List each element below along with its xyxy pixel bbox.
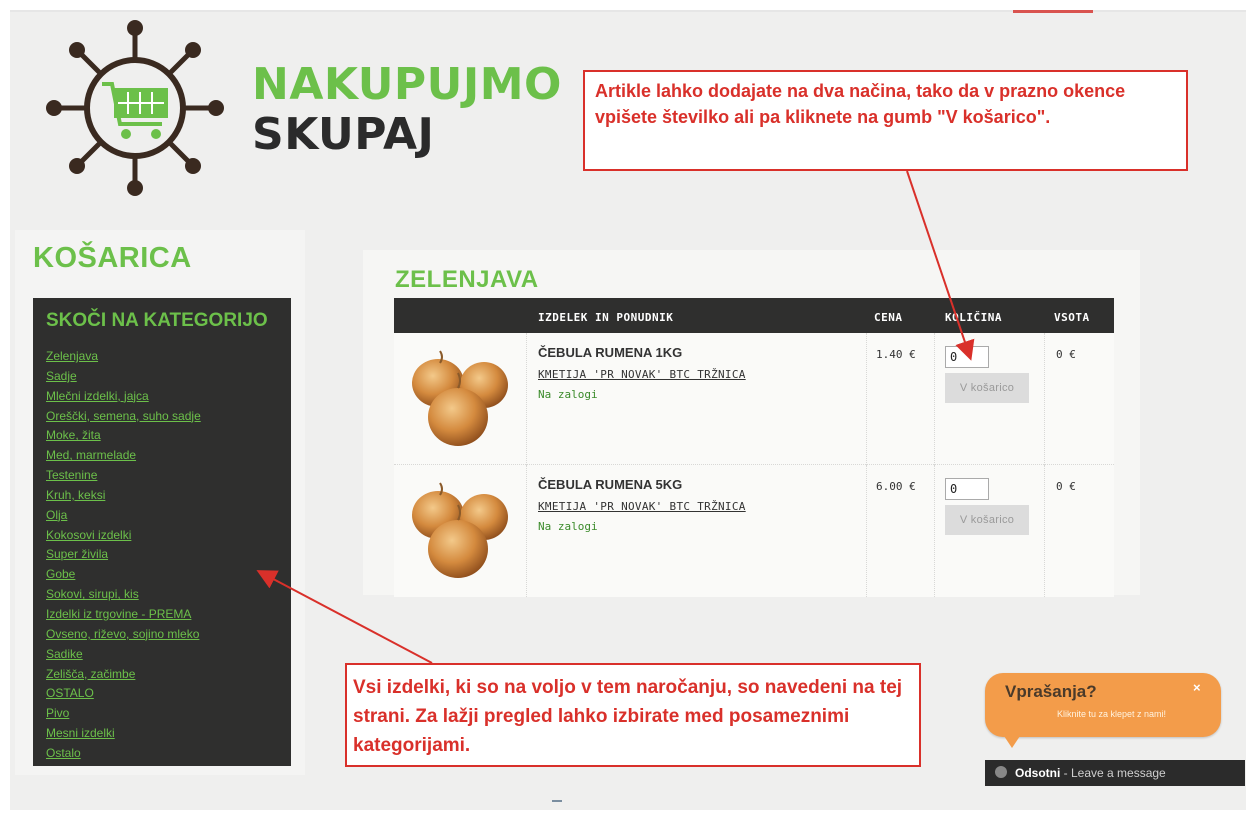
logo-line-1: NAKUPUJMO [252, 59, 562, 110]
category-link[interactable]: Testenine [46, 468, 97, 482]
header-quantity: KOLIČINA [945, 311, 1002, 324]
header-product: IZDELEK IN PONUDNIK [538, 311, 674, 324]
header-sum: VSOTA [1054, 311, 1090, 324]
header-price: CENA [874, 311, 903, 324]
cart-title: KOŠARICA [33, 242, 192, 274]
category-heading: SKOČI NA KATEGORIJO [46, 310, 268, 331]
bottom-dash [552, 800, 562, 802]
table-header: IZDELEK IN PONUDNIK CENA KOLIČINA VSOTA [394, 298, 1114, 333]
category-link[interactable]: Zelišča, začimbe [46, 667, 135, 681]
chat-title[interactable]: Vprašanja? [1005, 682, 1097, 702]
category-link[interactable]: Super živila [46, 547, 108, 561]
chat-status-text: Odsotni - Leave a message [1015, 766, 1166, 780]
top-red-mark [1013, 10, 1093, 13]
category-link[interactable]: Med, marmelade [46, 448, 136, 462]
category-link[interactable]: Moke, žita [46, 428, 101, 442]
close-icon[interactable]: × [1193, 680, 1201, 695]
category-link[interactable]: Oreščki, semena, suho sadje [46, 409, 201, 423]
chat-subtitle[interactable]: Kliknite tu za klepet z nami! [1057, 709, 1166, 719]
stock-status: Na zalogi [538, 388, 598, 401]
chat-status-message: - Leave a message [1060, 766, 1166, 780]
row-sum: 0 € [1056, 480, 1076, 493]
chat-status-icon [995, 766, 1007, 778]
category-link[interactable]: Gobe [46, 567, 75, 581]
category-link[interactable]: Sadike [46, 647, 83, 661]
table-row: ČEBULA RUMENA 5KG KMETIJA 'PR NOVAK' BTC… [394, 465, 1114, 597]
chat-status-name: Odsotni [1015, 766, 1061, 780]
cart-gear-logo-icon [46, 20, 224, 196]
category-link[interactable]: Izdelki iz trgovine - PREMA [46, 607, 191, 621]
onion-product-image [412, 350, 508, 446]
onion-product-image [412, 482, 508, 578]
chat-status-bar[interactable]: Odsotni - Leave a message [985, 760, 1245, 786]
logo-text: NAKUPUJMO SKUPAJ [252, 63, 562, 157]
category-link[interactable]: Mesni izdelki [46, 726, 115, 740]
add-to-cart-button[interactable]: V košarico [945, 373, 1029, 403]
product-price: 6.00 € [876, 480, 916, 493]
category-link[interactable]: Olja [46, 508, 67, 522]
vendor-link[interactable]: KMETIJA 'PR NOVAK' BTC TRŽNICA [538, 368, 746, 381]
category-link[interactable]: Kruh, keksi [46, 488, 105, 502]
logo-line-2: SKUPAJ [252, 109, 435, 160]
category-link[interactable]: Mlečni izdelki, jajca [46, 389, 149, 403]
chat-bubble-tail [1000, 730, 1024, 748]
category-link[interactable]: OSTALO [46, 686, 94, 700]
row-sum: 0 € [1056, 348, 1076, 361]
category-link[interactable]: Ostalo [46, 746, 81, 760]
category-link[interactable]: Ovseno, riževo, sojino mleko [46, 627, 199, 641]
category-nav: SKOČI NA KATEGORIJO Zelenjava Sadje Mleč… [33, 298, 291, 766]
vendor-link[interactable]: KMETIJA 'PR NOVAK' BTC TRŽNICA [538, 500, 746, 513]
category-link[interactable]: Sokovi, sirupi, kis [46, 587, 139, 601]
product-name: ČEBULA RUMENA 5KG [538, 477, 683, 492]
table-row: ČEBULA RUMENA 1KG KMETIJA 'PR NOVAK' BTC… [394, 333, 1114, 465]
stock-status: Na zalogi [538, 520, 598, 533]
category-list: Zelenjava Sadje Mlečni izdelki, jajca Or… [46, 345, 201, 762]
product-price: 1.40 € [876, 348, 916, 361]
quantity-input[interactable] [945, 478, 989, 500]
category-link[interactable]: Kokosovi izdelki [46, 528, 131, 542]
category-link[interactable]: Zelenjava [46, 349, 98, 363]
section-title: ZELENJAVA [395, 266, 539, 293]
quantity-input[interactable] [945, 346, 989, 368]
category-link[interactable]: Pivo [46, 706, 69, 720]
site-logo[interactable]: NAKUPUJMO SKUPAJ [40, 18, 562, 198]
callout-add-items: Artikle lahko dodajate na dva načina, ta… [583, 70, 1188, 171]
product-name: ČEBULA RUMENA 1KG [538, 345, 683, 360]
add-to-cart-button[interactable]: V košarico [945, 505, 1029, 535]
category-link[interactable]: Sadje [46, 369, 77, 383]
callout-categories: Vsi izdelki, ki so na voljo v tem naroča… [345, 663, 921, 767]
